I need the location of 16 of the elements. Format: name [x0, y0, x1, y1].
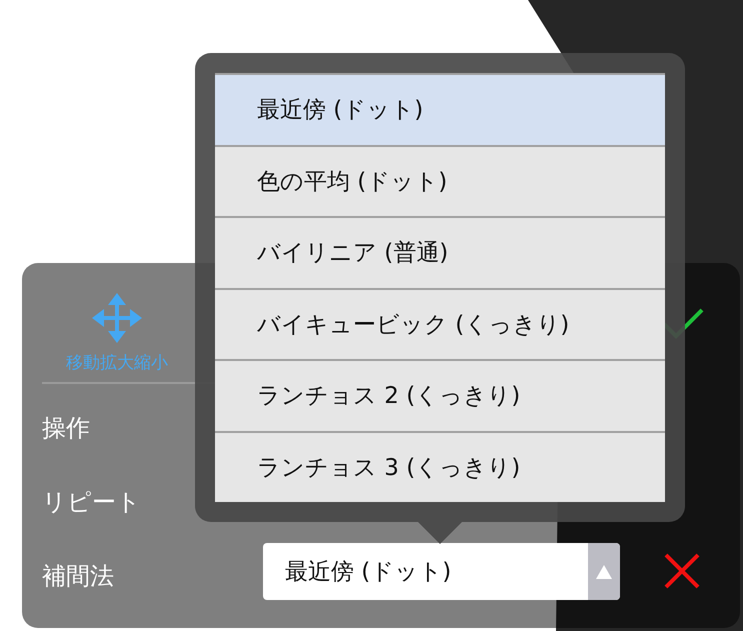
triangle-up-icon [596, 564, 612, 578]
menu-item[interactable]: 最近傍 (ドット) [215, 73, 665, 144]
tool-label: 移動拡大縮小 [66, 352, 168, 374]
menu-item[interactable]: ランチョス 2 (くっきり) [215, 359, 665, 430]
move-arrows-icon[interactable] [92, 293, 142, 343]
setting-label: 補間法 [42, 561, 114, 592]
dropdown-arrow-button[interactable] [588, 543, 620, 600]
menu-item[interactable]: 色の平均 (ドット) [215, 144, 665, 216]
setting-label: 操作 [42, 413, 90, 444]
dropdown-value: 最近傍 (ドット) [284, 558, 452, 587]
interpolation-dropdown[interactable]: 最近傍 (ドット) [263, 543, 620, 600]
menu-item[interactable]: ランチョス 3 (くっきり) [215, 430, 665, 502]
close-icon[interactable] [664, 553, 700, 589]
menu-item[interactable]: バイリニア (普通) [215, 216, 665, 288]
setting-label: リピート [42, 487, 141, 518]
menu-item[interactable]: バイキュービック (くっきり) [215, 288, 665, 359]
